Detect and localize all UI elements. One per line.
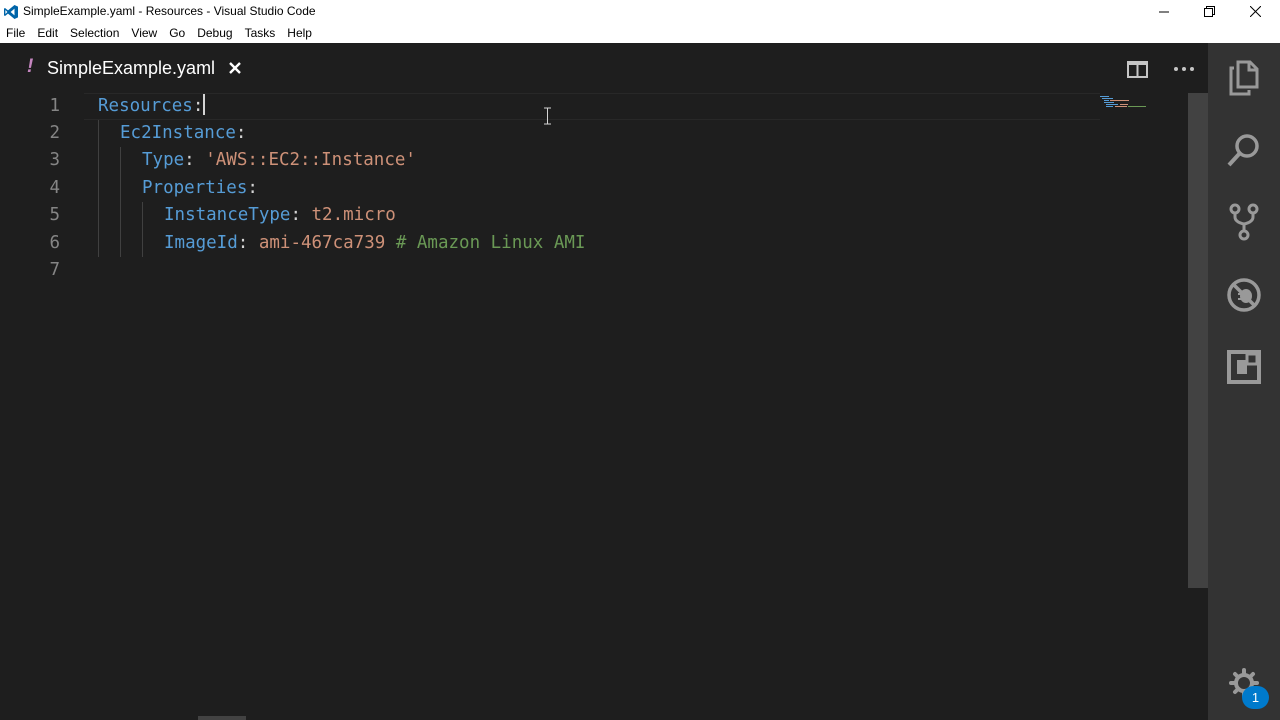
menu-view[interactable]: View: [125, 23, 163, 43]
mouse-ibeam-cursor-icon: [544, 107, 551, 125]
more-actions-icon: [1174, 67, 1194, 71]
restore-button[interactable]: [1186, 0, 1232, 23]
source-control-icon: [1229, 203, 1259, 241]
menu-file[interactable]: File: [0, 23, 31, 43]
menu-debug[interactable]: Debug: [191, 23, 238, 43]
yaml-colon: :: [235, 123, 247, 143]
line-number: 4: [49, 178, 60, 198]
explorer-icon: [1229, 60, 1259, 96]
yaml-key: ImageId: [164, 233, 238, 253]
menu-help[interactable]: Help: [281, 23, 318, 43]
yaml-comment: # Amazon Linux AMI: [385, 233, 586, 253]
current-line-highlight: [84, 93, 1100, 120]
code-line-2: Ec2Instance:: [120, 120, 246, 147]
restore-icon: [1203, 6, 1215, 17]
minimap[interactable]: [1098, 95, 1148, 109]
activity-search[interactable]: [1226, 132, 1262, 168]
scrollbar-thumb[interactable]: [1188, 93, 1208, 588]
yaml-value: ami-467ca739: [258, 233, 386, 253]
title-bar: SimpleExample.yaml - Resources - Visual …: [0, 0, 1280, 23]
activity-bar: [1208, 43, 1280, 720]
code-line-6: ImageId: ami-467ca739 # Amazon Linux AMI: [164, 230, 585, 257]
code-editor[interactable]: 1 2 3 4 5 6 7 Resources: Ec2Instance: Ty…: [0, 93, 1188, 720]
update-badge: 1: [1242, 686, 1269, 709]
extensions-icon: [1227, 350, 1261, 384]
menu-edit[interactable]: Edit: [31, 23, 64, 43]
line-number: 6: [49, 233, 60, 253]
more-actions-button[interactable]: [1173, 58, 1195, 80]
close-icon: [1249, 6, 1261, 17]
line-number: 7: [49, 260, 60, 280]
activity-explorer[interactable]: [1226, 60, 1262, 96]
search-icon: [1227, 134, 1259, 167]
code-line-5: InstanceType: t2.micro: [164, 202, 396, 229]
yaml-value: t2.micro: [311, 205, 396, 225]
yaml-value: 'AWS::EC2::Instance': [205, 150, 416, 170]
menu-tasks[interactable]: Tasks: [239, 23, 282, 43]
modified-indicator: !: [27, 56, 34, 77]
yaml-colon: :: [247, 178, 258, 198]
debug-icon: [1227, 278, 1261, 312]
horizontal-scrollbar-thumb[interactable]: [198, 716, 246, 720]
yaml-key: Type: [142, 150, 185, 170]
window-title: SimpleExample.yaml - Resources - Visual …: [23, 4, 316, 18]
yaml-colon: :: [237, 233, 259, 253]
line-number: 1: [49, 96, 60, 116]
indent-guide: [120, 147, 121, 257]
menu-go[interactable]: Go: [163, 23, 191, 43]
tab-simpleexample-yaml[interactable]: ! SimpleExample.yaml: [0, 43, 262, 93]
menu-bar: File Edit Selection View Go Debug Tasks …: [0, 23, 1280, 43]
yaml-colon: :: [290, 205, 312, 225]
code-line-3: Type: 'AWS::EC2::Instance': [142, 147, 416, 174]
yaml-colon: :: [184, 150, 206, 170]
code-line-4: Properties:: [142, 175, 258, 202]
tab-bar: ! SimpleExample.yaml: [0, 43, 1208, 93]
yaml-key: Ec2Instance: [120, 123, 236, 143]
vscode-logo-icon: [4, 5, 18, 19]
line-number: 2: [49, 123, 60, 143]
yaml-key: Properties: [142, 178, 248, 198]
activity-debug[interactable]: [1226, 277, 1262, 313]
minimize-icon: [1159, 11, 1169, 12]
activity-source-control[interactable]: [1226, 203, 1262, 241]
yaml-key: InstanceType: [164, 205, 291, 225]
indent-guide: [98, 120, 99, 257]
line-number: 5: [49, 205, 60, 225]
menu-selection[interactable]: Selection: [64, 23, 125, 43]
minimize-button[interactable]: [1141, 0, 1187, 23]
line-number: 3: [49, 150, 60, 170]
split-editor-button[interactable]: [1126, 58, 1148, 80]
code-line-1: Resources:: [98, 93, 206, 120]
yaml-key: Resources: [98, 96, 193, 116]
vertical-scrollbar[interactable]: [1188, 93, 1208, 720]
close-icon[interactable]: [228, 61, 242, 75]
tab-label: SimpleExample.yaml: [47, 58, 216, 78]
yaml-colon: :: [192, 96, 204, 116]
split-editor-icon: [1126, 60, 1148, 78]
activity-extensions[interactable]: [1226, 349, 1262, 385]
indent-guide: [142, 202, 143, 257]
close-window-button[interactable]: [1232, 0, 1278, 23]
text-cursor: [203, 94, 206, 115]
